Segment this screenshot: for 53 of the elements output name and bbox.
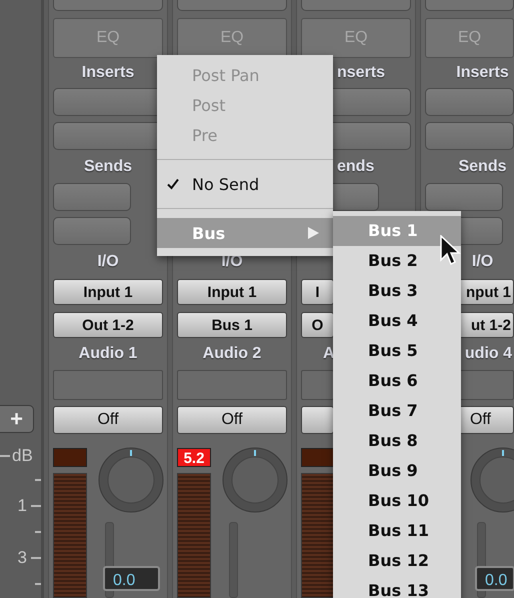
menu-item[interactable]: Bus 12 <box>333 546 461 576</box>
tick-mark <box>0 455 10 457</box>
unit-label: dB <box>12 446 33 466</box>
menu-item[interactable]: No Send <box>157 169 333 199</box>
menu-item[interactable]: Bus 6 <box>333 366 461 396</box>
automation-button[interactable] <box>301 406 334 434</box>
fader-track[interactable] <box>229 522 238 598</box>
track-name: udio 4 <box>464 345 512 363</box>
slot-button[interactable] <box>53 0 163 11</box>
track-name: A <box>323 345 335 363</box>
sends-label: Sends <box>84 158 132 176</box>
inserts-label: nserts <box>337 64 386 82</box>
inserts-label: Inserts <box>82 64 134 82</box>
io-label: I/O <box>472 253 494 271</box>
tick-mark <box>35 531 41 533</box>
scale-label: 3 <box>18 548 27 568</box>
slot-button[interactable] <box>425 0 514 11</box>
output-button[interactable]: O <box>301 312 334 338</box>
slot-button[interactable] <box>177 0 287 11</box>
menu-item[interactable]: Bus 2 <box>333 246 461 276</box>
volume-field[interactable]: 0.0 <box>103 566 160 591</box>
mouse-pointer-icon <box>440 235 462 267</box>
automation-button[interactable]: Off <box>53 406 163 434</box>
menu-item[interactable]: Bus 5 <box>333 336 461 366</box>
input-button[interactable]: Input 1 <box>53 279 163 305</box>
scale-label: 1 <box>18 496 27 516</box>
add-button[interactable]: + <box>0 405 34 433</box>
input-button[interactable]: Input 1 <box>177 279 287 305</box>
submenu-arrow-icon <box>308 227 319 239</box>
track-name: Audio 2 <box>202 345 262 363</box>
group-slot[interactable] <box>301 370 334 400</box>
input-button[interactable]: I <box>301 279 334 305</box>
output-button[interactable]: Out 1-2 <box>53 312 163 338</box>
io-label: I/O <box>97 253 119 271</box>
menu-item[interactable]: Bus 13 <box>333 576 461 598</box>
tick-mark <box>35 479 41 481</box>
menu-item[interactable]: Bus 9 <box>333 456 461 486</box>
volume-field[interactable]: 0.0 <box>475 566 514 591</box>
menu-item[interactable]: Bus 11 <box>333 516 461 546</box>
tick-mark <box>35 583 41 585</box>
slot-button[interactable] <box>301 0 411 11</box>
tick-mark <box>31 505 41 507</box>
track-name: Audio 1 <box>78 345 138 363</box>
pan-knob[interactable] <box>97 446 165 514</box>
output-button[interactable]: Bus 1 <box>177 312 287 338</box>
menu-item[interactable]: Bus 10 <box>333 486 461 516</box>
sends-label: ends <box>337 158 374 176</box>
peak-display: 5.2 <box>177 448 211 467</box>
inserts-label: Inserts <box>456 64 509 82</box>
pan-knob[interactable] <box>221 446 289 514</box>
automation-button[interactable]: Off <box>177 406 287 434</box>
tick-mark <box>31 557 41 559</box>
sends-label: Sends <box>458 158 506 176</box>
